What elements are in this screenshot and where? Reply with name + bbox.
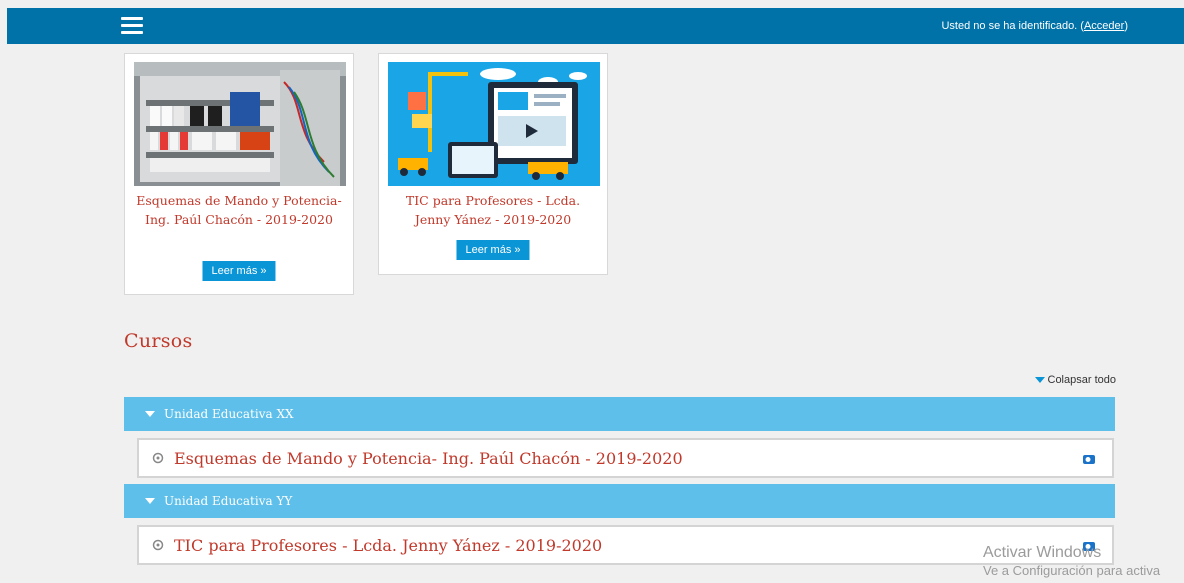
featured-course-card[interactable]: TIC para Profesores - Lcda. Jenny Yánez … bbox=[378, 53, 608, 275]
featured-course-title[interactable]: TIC para Profesores - Lcda. Jenny Yánez … bbox=[379, 191, 607, 229]
course-row[interactable]: Esquemas de Mando y Potencia- Ing. Paúl … bbox=[137, 438, 1114, 478]
guest-access-icon bbox=[1083, 455, 1095, 464]
category-bar[interactable]: Unidad Educativa XX bbox=[124, 397, 1115, 431]
read-more-button[interactable]: Leer más » bbox=[456, 240, 530, 260]
caret-down-icon bbox=[1034, 377, 1045, 384]
category-bar[interactable]: Unidad Educativa YY bbox=[124, 484, 1115, 518]
windows-activation-watermark: Activar Windows Ve a Configuración para … bbox=[983, 542, 1160, 579]
caret-down-icon bbox=[145, 498, 155, 504]
course-name-link[interactable]: Esquemas de Mando y Potencia- Ing. Paúl … bbox=[174, 449, 683, 468]
read-more-button[interactable]: Leer más » bbox=[202, 261, 276, 281]
caret-down-icon bbox=[145, 411, 155, 417]
hamburger-menu-icon[interactable] bbox=[121, 17, 143, 35]
login-link[interactable]: Acceder bbox=[1084, 20, 1124, 32]
top-navbar: Usted no se ha identificado. (Acceder) bbox=[7, 8, 1184, 44]
watermark-subtitle: Ve a Configuración para activa bbox=[983, 563, 1161, 578]
course-icon bbox=[152, 452, 164, 464]
courses-heading: Cursos bbox=[124, 330, 193, 352]
category-name: Unidad Educativa YY bbox=[164, 494, 293, 508]
collapse-all-label: Colapsar todo bbox=[1047, 374, 1117, 386]
collapse-all-link[interactable]: Colapsar todo bbox=[1034, 374, 1117, 386]
digital-tech-illustration[interactable] bbox=[388, 62, 600, 186]
login-text: Usted no se ha identificado. ( bbox=[941, 20, 1084, 32]
featured-course-title[interactable]: Esquemas de Mando y Potencia- Ing. Paúl … bbox=[125, 191, 353, 229]
login-info: Usted no se ha identificado. (Acceder) bbox=[941, 20, 1128, 32]
login-close: ) bbox=[1124, 20, 1128, 32]
course-name-link[interactable]: TIC para Profesores - Lcda. Jenny Yánez … bbox=[174, 536, 602, 555]
course-row[interactable]: TIC para Profesores - Lcda. Jenny Yánez … bbox=[137, 525, 1114, 565]
electrical-panel-image[interactable] bbox=[134, 62, 346, 186]
featured-course-card[interactable]: Esquemas de Mando y Potencia- Ing. Paúl … bbox=[124, 53, 354, 295]
course-icon bbox=[152, 539, 164, 551]
category-name: Unidad Educativa XX bbox=[164, 407, 294, 421]
watermark-title: Activar Windows bbox=[983, 544, 1102, 561]
